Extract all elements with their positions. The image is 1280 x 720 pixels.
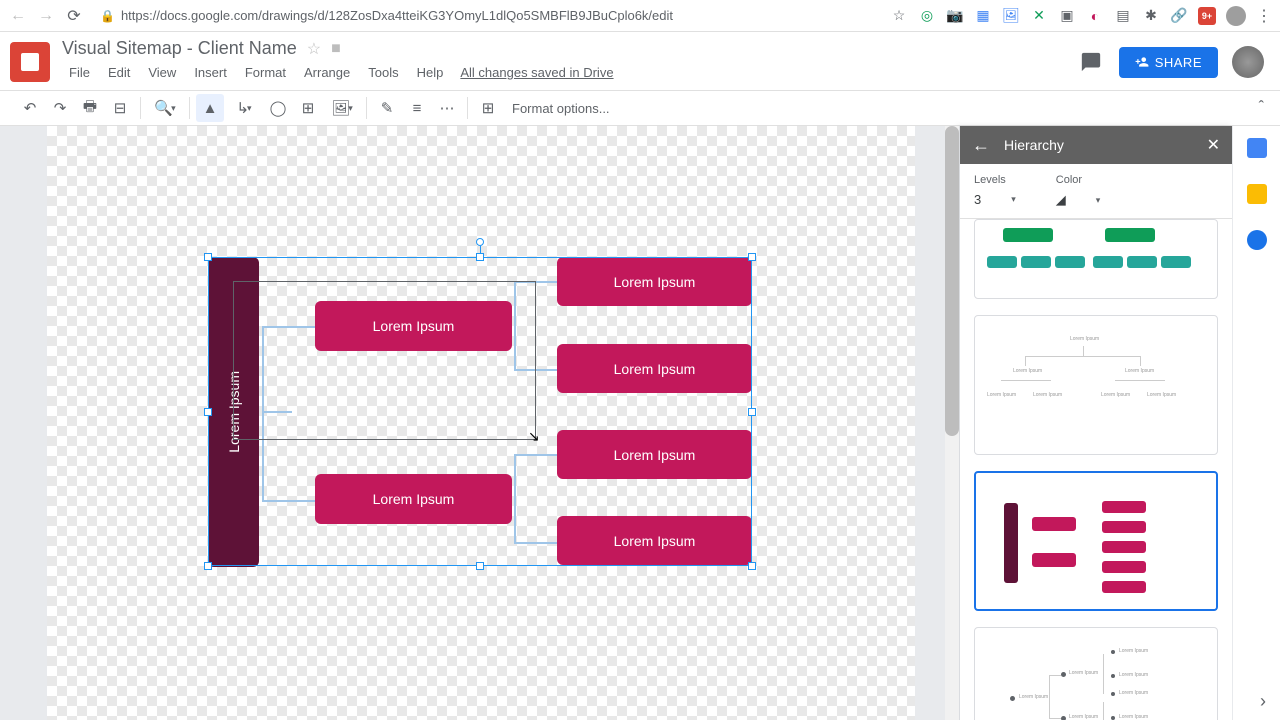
border-dash-button[interactable]: ⋯: [433, 94, 461, 122]
canvas-container: Lorem Ipsum Lorem Ipsum Lorem Ipsum Lore…: [0, 126, 959, 720]
drag-preview: [233, 281, 536, 440]
menu-format[interactable]: Format: [238, 63, 293, 82]
levels-value: 3: [974, 192, 981, 207]
resize-handle-mb[interactable]: [476, 562, 484, 570]
comments-icon[interactable]: [1077, 48, 1105, 76]
reload-button[interactable]: ⟳: [64, 6, 84, 26]
template-card-selected[interactable]: [974, 471, 1218, 611]
lock-icon: 🔒: [100, 9, 115, 23]
menu-bar: File Edit View Insert Format Arrange Too…: [62, 63, 1077, 82]
toolbar: ↶ ↷ 🖶 ⊟ 🔍▾ ▲ ↳▾ ◯ ⊞ 🖼▾ ✎ ≡ ⋯ ⊞ Format op…: [0, 90, 1280, 126]
template-card[interactable]: [974, 219, 1218, 299]
main-area: Lorem Ipsum Lorem Ipsum Lorem Ipsum Lore…: [0, 126, 1280, 720]
paint-bucket-icon: ◢: [1056, 192, 1066, 208]
menu-file[interactable]: File: [62, 63, 97, 82]
profile-avatar[interactable]: [1226, 6, 1246, 26]
color-select[interactable]: ◢ ▾: [1056, 190, 1101, 208]
share-label: SHARE: [1155, 55, 1202, 70]
resize-handle-mr[interactable]: [748, 408, 756, 416]
collapse-toolbar-icon[interactable]: ˆ: [1259, 99, 1264, 117]
ext-icon[interactable]: ✱: [1142, 7, 1160, 25]
chevron-down-icon: ▾: [1011, 194, 1016, 205]
hierarchy-panel: ← Hierarchy ✕ Levels 3 ▾ Color ◢ ▾: [959, 126, 1232, 720]
rotate-handle[interactable]: [476, 238, 484, 246]
star-icon[interactable]: ☆: [307, 39, 321, 59]
folder-icon[interactable]: ■: [331, 40, 341, 58]
resize-handle-tl[interactable]: [204, 253, 212, 261]
levels-select[interactable]: 3 ▾: [974, 190, 1016, 207]
resize-handle-bl[interactable]: [204, 562, 212, 570]
sidebar-collapse-icon[interactable]: ›: [1260, 691, 1266, 712]
save-status[interactable]: All changes saved in Drive: [460, 63, 613, 82]
textbox-tool[interactable]: ⊞: [294, 94, 322, 122]
zoom-button[interactable]: 🔍▾: [147, 94, 183, 122]
image-tool[interactable]: 🖼▾: [324, 94, 360, 122]
forward-button[interactable]: →: [36, 6, 56, 26]
panel-title: Hierarchy: [1004, 137, 1064, 153]
canvas-gutter: [0, 126, 47, 720]
browser-extensions: ☆ ◎ 📷 ▦ 🖼 ✕ ▣ ◐ ▤ ✱ 🔗 9+ ⋮: [890, 6, 1272, 26]
addons-sidebar: [1232, 126, 1280, 720]
drawings-logo[interactable]: [10, 42, 50, 82]
line-tool[interactable]: ↳▾: [226, 94, 262, 122]
ext-icon[interactable]: ✕: [1030, 7, 1048, 25]
levels-label: Levels: [974, 174, 1016, 186]
menu-view[interactable]: View: [141, 63, 183, 82]
redo-button[interactable]: ↷: [46, 94, 74, 122]
document-title[interactable]: Visual Sitemap - Client Name: [62, 38, 297, 59]
ext-icon[interactable]: ◐: [1086, 7, 1104, 25]
user-avatar[interactable]: [1232, 46, 1264, 78]
tasks-icon[interactable]: [1247, 230, 1267, 250]
menu-arrange[interactable]: Arrange: [297, 63, 357, 82]
panel-controls: Levels 3 ▾ Color ◢ ▾: [960, 164, 1232, 219]
app-header: Visual Sitemap - Client Name ☆ ■ File Ed…: [0, 32, 1280, 90]
ext-icon[interactable]: 🖼: [1002, 7, 1020, 25]
resize-handle-tr[interactable]: [748, 253, 756, 261]
panel-close-icon[interactable]: ✕: [1207, 135, 1220, 155]
print-button[interactable]: 🖶: [76, 94, 104, 122]
url-text: https://docs.google.com/drawings/d/128Zo…: [121, 8, 673, 23]
canvas[interactable]: Lorem Ipsum Lorem Ipsum Lorem Ipsum Lore…: [47, 126, 915, 720]
ext-icon[interactable]: ▣: [1058, 7, 1076, 25]
ext-icon[interactable]: ◎: [918, 7, 936, 25]
drag-cursor-icon: ↘: [528, 428, 540, 445]
undo-button[interactable]: ↶: [16, 94, 44, 122]
star-icon[interactable]: ☆: [890, 7, 908, 25]
shape-tool[interactable]: ◯: [264, 94, 292, 122]
resize-handle-br[interactable]: [748, 562, 756, 570]
template-card[interactable]: Lorem Ipsum Lorem Ipsum Lorem Ipsum Lore…: [974, 627, 1218, 720]
browser-menu-icon[interactable]: ⋮: [1256, 6, 1272, 26]
color-label: Color: [1056, 174, 1101, 186]
share-person-icon: [1135, 55, 1149, 69]
select-tool[interactable]: ▲: [196, 94, 224, 122]
panel-header: ← Hierarchy ✕: [960, 126, 1232, 164]
canvas-scrollbar[interactable]: [945, 126, 959, 720]
keep-icon[interactable]: [1247, 184, 1267, 204]
panel-back-icon[interactable]: ←: [972, 135, 990, 156]
ext-icon[interactable]: ▤: [1114, 7, 1132, 25]
notification-badge[interactable]: 9+: [1198, 7, 1216, 25]
border-color-button[interactable]: ✎: [373, 94, 401, 122]
more-button[interactable]: ⊞: [474, 94, 502, 122]
paint-format-button[interactable]: ⊟: [106, 94, 134, 122]
ext-icon[interactable]: 📷: [946, 7, 964, 25]
resize-handle-ml[interactable]: [204, 408, 212, 416]
templates-list[interactable]: Lorem Ipsum Lorem Ipsum Lorem Ipsum Lore…: [960, 219, 1232, 720]
resize-handle-mt[interactable]: [476, 253, 484, 261]
menu-insert[interactable]: Insert: [187, 63, 234, 82]
browser-chrome: ← → ⟳ 🔒 https://docs.google.com/drawings…: [0, 0, 1280, 32]
template-card[interactable]: Lorem Ipsum Lorem Ipsum Lorem Ipsum Lore…: [974, 315, 1218, 455]
border-weight-button[interactable]: ≡: [403, 94, 431, 122]
calendar-icon[interactable]: [1247, 138, 1267, 158]
menu-help[interactable]: Help: [410, 63, 451, 82]
format-options-button[interactable]: Format options...: [512, 101, 610, 116]
chevron-down-icon: ▾: [1096, 195, 1101, 206]
share-button[interactable]: SHARE: [1119, 47, 1218, 78]
menu-tools[interactable]: Tools: [361, 63, 405, 82]
ext-icon[interactable]: ▦: [974, 7, 992, 25]
menu-edit[interactable]: Edit: [101, 63, 137, 82]
ext-icon[interactable]: 🔗: [1170, 7, 1188, 25]
back-button[interactable]: ←: [8, 6, 28, 26]
address-bar[interactable]: 🔒 https://docs.google.com/drawings/d/128…: [92, 8, 882, 23]
